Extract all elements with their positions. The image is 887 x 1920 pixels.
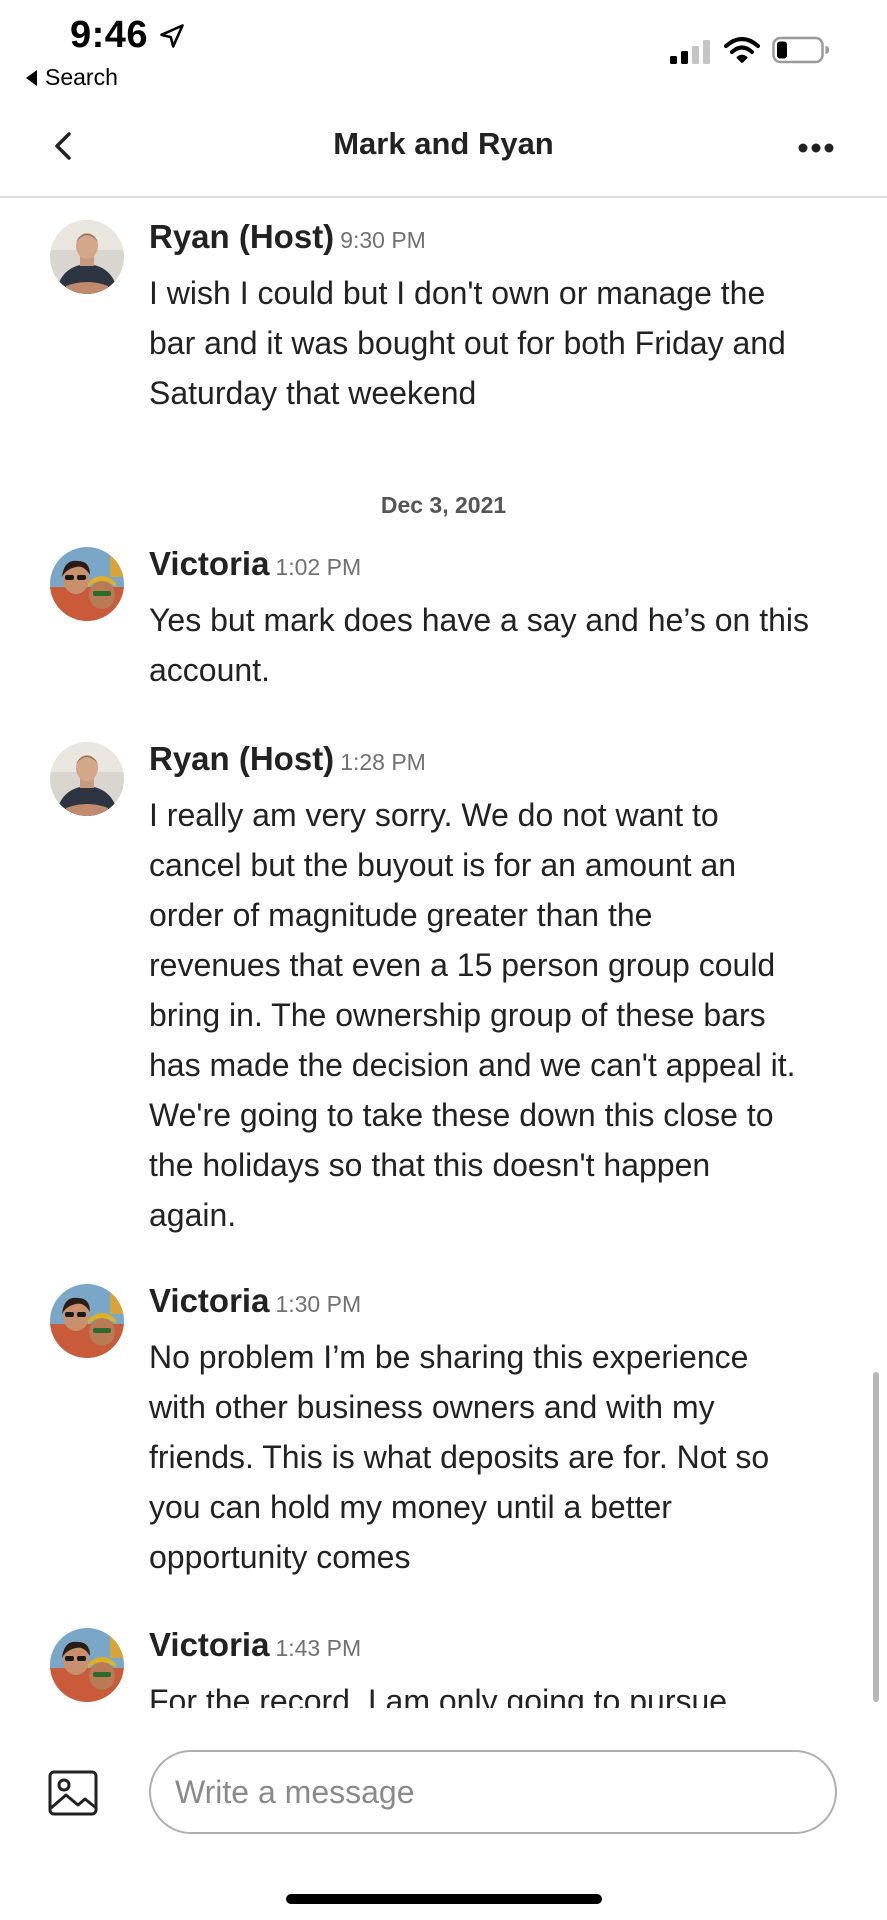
status-time: 9:46 <box>70 14 149 56</box>
scrollbar[interactable] <box>873 1372 879 1702</box>
battery-icon <box>772 36 829 64</box>
message-text: No problem I’m be sharing this experienc… <box>149 1332 849 1582</box>
message-time: 1:02 PM <box>275 554 362 580</box>
message-header: Victoria 1:43 PM <box>149 1626 361 1664</box>
message-line: account. <box>149 652 270 688</box>
message-header: Victoria 1:02 PM <box>149 545 361 583</box>
avatar-victoria[interactable] <box>50 547 124 621</box>
avatar-victoria[interactable] <box>50 1284 124 1358</box>
message-time: 1:43 PM <box>275 1635 362 1661</box>
message-text: For the record, I am only going to pursu… <box>149 1676 849 1708</box>
conversation-header: Mark and Ryan <box>0 100 887 198</box>
message-header: Ryan (Host) 9:30 PM <box>149 218 426 256</box>
sender-name: Ryan (Host) <box>149 218 335 255</box>
image-icon[interactable] <box>48 1770 98 1816</box>
message-time: 1:30 PM <box>275 1291 362 1317</box>
message-line: bar and it was bought out for both Frida… <box>149 325 786 361</box>
message-line: I wish I could but I don't own or manage… <box>149 275 766 311</box>
sender-name: Ryan (Host) <box>149 740 335 777</box>
wifi-icon <box>724 37 760 63</box>
more-dots-icon[interactable] <box>796 130 836 166</box>
message-line: again. <box>149 1197 237 1233</box>
message-line: No problem I’m be sharing this experienc… <box>149 1339 749 1375</box>
location-arrow-icon <box>160 24 184 48</box>
date-separator: Dec 3, 2021 <box>380 492 507 518</box>
status-bar: 9:46 Search <box>0 0 887 96</box>
message-line: the holidays so that this doesn't happen <box>149 1147 711 1183</box>
avatar-ryan[interactable] <box>50 742 124 816</box>
sender-name: Victoria <box>149 1282 270 1319</box>
home-indicator <box>286 1894 602 1904</box>
message-time: 1:28 PM <box>340 749 426 775</box>
message-thread[interactable]: Ryan (Host) 9:30 PM I wish I could but I … <box>0 200 887 1708</box>
message-header: Victoria 1:30 PM <box>149 1282 361 1320</box>
message-line: opportunity comes <box>149 1539 411 1575</box>
message-line: bring in. The ownership group of these b… <box>149 997 766 1033</box>
message-line: I really am very sorry. We do not want t… <box>149 797 719 833</box>
conversation-title: Mark and Ryan <box>333 126 554 161</box>
back-triangle-icon <box>26 69 37 86</box>
back-to-search-label: Search <box>45 64 118 90</box>
message-time: 9:30 PM <box>340 227 426 253</box>
message-text: I wish I could but I don't own or manage… <box>149 268 849 418</box>
message-text: I really am very sorry. We do not want t… <box>149 790 849 1240</box>
message-line: you can hold my money until a better <box>149 1489 672 1525</box>
message-line: Yes but mark does have a say and he’s on… <box>149 602 809 638</box>
message-line: cancel but the buyout is for an amount a… <box>149 847 737 883</box>
message-header: Ryan (Host) 1:28 PM <box>149 740 426 778</box>
avatar-victoria[interactable] <box>50 1628 124 1702</box>
back-to-search-link[interactable]: Search <box>26 64 118 91</box>
message-line: Saturday that weekend <box>149 375 477 411</box>
avatar-ryan[interactable] <box>50 220 124 294</box>
signal-icon <box>670 40 710 64</box>
message-line: revenues that even a 15 person group cou… <box>149 947 776 983</box>
message-line: order of magnitude greater than the <box>149 897 653 933</box>
message-line: has made the decision and we can't appea… <box>149 1047 796 1083</box>
message-text: Yes but mark does have a say and he’s on… <box>149 595 849 695</box>
message-line: with other business owners and with my <box>149 1389 715 1425</box>
message-composer <box>0 1708 887 1920</box>
message-line: friends. This is what deposits are for. … <box>149 1439 770 1475</box>
sender-name: Victoria <box>149 545 270 582</box>
message-line: For the record, I am only going to pursu… <box>149 1683 728 1708</box>
message-input[interactable] <box>149 1750 837 1834</box>
sender-name: Victoria <box>149 1626 270 1663</box>
message-line: We're going to take these down this clos… <box>149 1097 774 1133</box>
